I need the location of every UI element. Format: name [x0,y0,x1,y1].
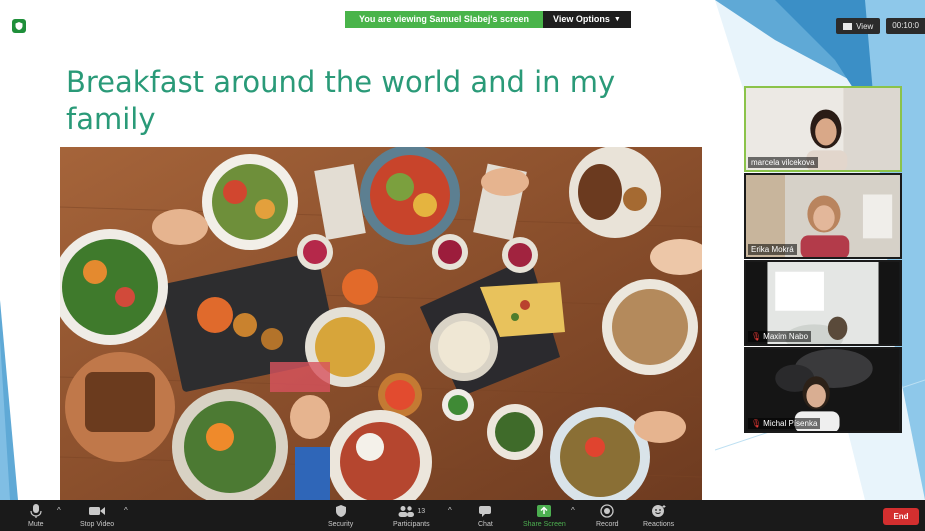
participants-count: 13 [417,507,426,515]
view-options-label: View Options [553,14,610,24]
mute-label: Mute [28,521,44,528]
stop-video-button[interactable]: Stop Video [80,502,114,528]
participant-name: Michal Písenka [763,419,818,428]
security-button[interactable]: Security [328,502,353,528]
security-label: Security [328,521,354,528]
reactions-label: Reactions [643,521,675,528]
slide-decoration-left [0,300,18,500]
mic-muted-icon: 🎙 [751,419,762,428]
food-table-photo [60,147,702,501]
mute-button[interactable]: Mute [28,502,44,528]
screen-share-banner: You are viewing Samuel Slabej's screen V… [345,11,631,28]
view-options-button[interactable]: View Options ▼ [543,11,631,28]
grid-view-icon [843,22,853,30]
share-screen-label: Share Screen [523,521,566,528]
chevron-down-icon: ▼ [613,16,621,23]
participant-video-panel: marcela vilcekova Erika Mokrá 🎙 Maxim Na… [744,86,902,434]
participant-name: Maxim Nabo [763,332,809,341]
participant-name-tag: Erika Mokrá [748,244,797,255]
stop-video-label: Stop Video [80,521,115,528]
participant-name-tag: 🎙 Michal Písenka [748,418,821,429]
participant-tile[interactable]: marcela vilcekova [744,86,902,172]
shield-icon [335,502,347,520]
participant-name-tag: marcela vilcekova [748,157,818,168]
chat-bubble-icon [478,502,492,520]
participant-tile[interactable]: 🎙 Michal Písenka [744,347,902,433]
end-meeting-button[interactable]: End [883,508,919,525]
participant-tile[interactable]: Erika Mokrá [744,173,902,259]
smiley-add-icon [651,502,667,520]
meeting-toolbar: Mute ^ Stop Video ^ Security 13 Particip… [0,500,925,531]
mic-muted-icon: 🎙 [751,332,762,341]
participants-label: Participants [393,521,430,528]
record-label: Record [596,521,619,528]
participants-icon-wrap: 13 [397,502,425,520]
participants-options-caret-icon[interactable]: ^ [448,506,452,515]
video-options-caret-icon[interactable]: ^ [124,506,128,515]
encryption-shield-icon[interactable] [12,19,26,33]
chat-label: Chat [478,521,493,528]
share-arrow-icon [536,502,552,520]
zoom-meeting-window: You are viewing Samuel Slabej's screen V… [0,0,925,531]
participant-name: Erika Mokrá [751,245,794,254]
people-icon [398,506,415,517]
share-status-text: You are viewing Samuel Slabej's screen [345,11,544,28]
video-camera-icon [88,502,106,520]
microphone-icon [29,502,43,520]
participant-name: marcela vilcekova [751,158,815,167]
slide-title: Breakfast around the world and in my fam… [66,65,616,136]
share-options-caret-icon[interactable]: ^ [571,506,575,515]
view-layout-button[interactable]: View [836,18,881,34]
record-button[interactable]: Record [596,502,619,528]
top-right-controls: View 00:10:0 [836,18,925,34]
mute-options-caret-icon[interactable]: ^ [57,506,61,515]
record-icon [600,502,614,520]
participant-tile[interactable]: 🎙 Maxim Nabo [744,260,902,346]
view-label: View [856,21,874,31]
chat-button[interactable]: Chat [478,502,493,528]
reactions-button[interactable]: Reactions [643,502,674,528]
share-screen-button[interactable]: Share Screen [523,502,566,528]
meeting-timer: 00:10:0 [886,18,925,34]
participant-name-tag: 🎙 Maxim Nabo [748,331,812,342]
participants-button[interactable]: 13 Participants [393,502,430,528]
